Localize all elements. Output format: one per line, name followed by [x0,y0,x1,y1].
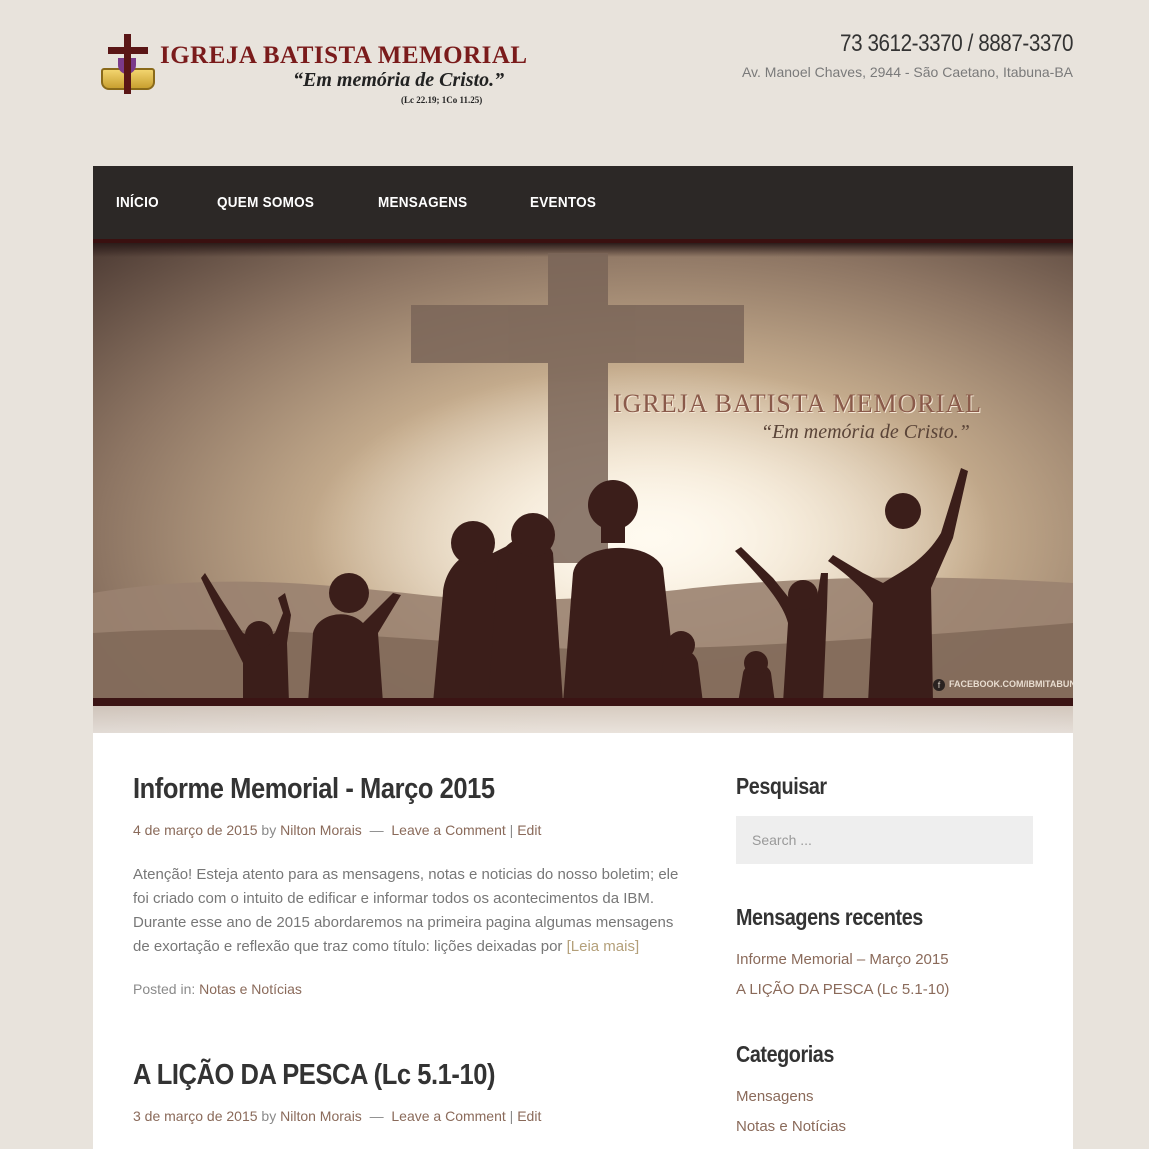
post-meta: 4 de março de 2015 by Nilton Morais — Le… [133,822,542,838]
hero-illustration [93,243,1073,733]
logo-reference: (Lc 22.19; 1Co 11.25) [401,95,483,105]
logo-title: IGREJA BATISTA MEMORIAL [160,42,528,69]
recent-posts-widget: Mensagens recentes Informe Memorial – Ma… [736,904,1033,1005]
post-date[interactable]: 4 de março de 2015 [133,822,258,838]
recent-post-link[interactable]: A LIÇÃO DA PESCA (Lc 5.1-10) [736,981,949,998]
category-link-mensagens[interactable]: Mensagens [736,1088,814,1105]
post-title[interactable]: Informe Memorial - Março 2015 [133,773,626,806]
nav-inicio[interactable]: INÍCIO [116,194,159,211]
post-footer: Posted in: Notas e Notícias [133,981,302,997]
nav-mensagens[interactable]: MENSAGENS [378,194,467,211]
recent-posts-title: Mensagens recentes [736,904,923,930]
sidebar: Pesquisar Mensagens recentes Informe Mem… [736,773,1033,1142]
hero-tagline: “Em memória de Cristo.” [761,421,970,443]
nav-quem-somos[interactable]: QUEM SOMOS [217,194,314,211]
post-category-link[interactable]: Notas e Notícias [199,981,302,997]
post-author[interactable]: Nilton Morais [280,822,362,838]
post: A LIÇÃO DA PESCA (Lc 5.1-10) 3 de março … [133,1059,693,1124]
read-more-link[interactable]: [Leia mais] [567,938,640,955]
search-input[interactable] [736,816,1033,864]
post-meta: 3 de março de 2015 by Nilton Morais — Le… [133,1108,542,1124]
facebook-icon: f [933,679,945,691]
recent-post-link[interactable]: Informe Memorial – Março 2015 [736,951,949,968]
search-widget: Pesquisar [736,773,1033,864]
hero-banner: IGREJA BATISTA MEMORIAL “Em memória de C… [93,243,1073,733]
category-link-notas[interactable]: Notas e Notícias [736,1118,846,1135]
leave-comment-link[interactable]: Leave a Comment [391,1108,505,1124]
content-area: Informe Memorial - Março 2015 4 de março… [93,733,1073,1149]
site-logo[interactable]: IGREJA BATISTA MEMORIAL “Em memória de C… [98,32,527,112]
categories-title: Categorias [736,1041,834,1067]
edit-link[interactable]: Edit [517,1108,541,1124]
hero-title: IGREJA BATISTA MEMORIAL [613,389,983,418]
post-excerpt: Atenção! Esteja atento para as mensagens… [133,866,679,955]
logo-tagline: “Em memória de Cristo.” [293,69,505,91]
nav-eventos[interactable]: EVENTOS [530,194,596,211]
site-header: IGREJA BATISTA MEMORIAL “Em memória de C… [93,0,1073,166]
post-author[interactable]: Nilton Morais [280,1108,362,1124]
categories-widget: Categorias Mensagens Notas e Notícias [736,1041,1033,1142]
edit-link[interactable]: Edit [517,822,541,838]
main-nav: INÍCIO QUEM SOMOS MENSAGENS EVENTOS [93,166,1073,243]
post-title[interactable]: A LIÇÃO DA PESCA (Lc 5.1-10) [133,1059,626,1092]
cross-icon [124,34,131,94]
phone-number: 73 3612-3370 / 8887-3370 [840,30,1073,57]
facebook-url: FACEBOOK.COM/IBMITABUNA [949,679,1073,689]
header-contact: 73 3612-3370 / 8887-3370 Av. Manoel Chav… [742,30,1073,80]
leave-comment-link[interactable]: Leave a Comment [391,822,505,838]
post-date[interactable]: 3 de março de 2015 [133,1108,258,1124]
post: Informe Memorial - Março 2015 4 de março… [133,773,693,997]
search-widget-title: Pesquisar [736,773,827,799]
address: Av. Manoel Chaves, 2944 - São Caetano, I… [741,64,1073,80]
